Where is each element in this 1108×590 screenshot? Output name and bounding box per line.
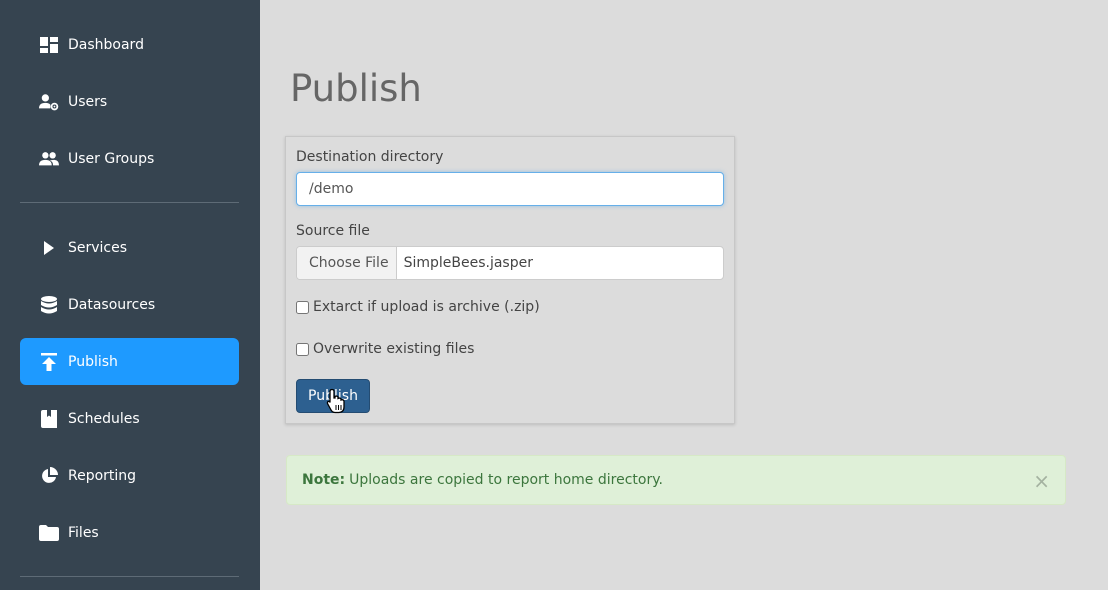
destination-label: Destination directory <box>296 149 444 165</box>
database-icon <box>39 295 59 315</box>
alert-prefix: Note: <box>302 472 346 488</box>
extract-label: Extarct if upload is archive (.zip) <box>313 299 540 315</box>
upload-icon <box>39 352 59 372</box>
sidebar-item-label: User Groups <box>68 150 155 167</box>
dashboard-icon <box>39 35 59 55</box>
source-file-input[interactable]: Choose File SimpleBees.jasper <box>296 246 724 280</box>
sidebar-item-label: Schedules <box>68 410 140 427</box>
sidebar-item-label: Dashboard <box>68 36 144 53</box>
sidebar-item-services[interactable]: Services <box>20 224 239 271</box>
book-icon <box>39 409 59 429</box>
selected-file-name: SimpleBees.jasper <box>403 255 533 271</box>
sidebar-item-label: Reporting <box>68 467 137 484</box>
folder-icon <box>39 523 59 543</box>
sidebar-item-label: Users <box>68 93 108 110</box>
hand-cursor-icon <box>326 388 345 414</box>
extract-checkbox[interactable] <box>296 300 309 314</box>
sidebar-item-datasources[interactable]: Datasources <box>20 281 239 328</box>
overwrite-label: Overwrite existing files <box>313 341 475 357</box>
sidebar-divider <box>20 202 239 203</box>
publish-form: Destination directory Source file Choose… <box>285 136 735 424</box>
close-icon[interactable]: × <box>1033 469 1050 493</box>
play-icon <box>39 238 59 258</box>
source-file-label: Source file <box>296 223 370 239</box>
sidebar-item-publish[interactable]: Publish <box>20 338 239 385</box>
sidebar-item-dashboard[interactable]: Dashboard <box>20 21 239 68</box>
sidebar: Dashboard Users User Groups Services Dat… <box>0 0 260 590</box>
user-group-icon <box>39 149 59 169</box>
sidebar-item-users[interactable]: Users <box>20 78 239 125</box>
sidebar-divider <box>20 576 239 577</box>
pie-chart-icon <box>39 466 59 486</box>
choose-file-button[interactable]: Choose File <box>297 247 397 279</box>
alert-message: Uploads are copied to report home direct… <box>349 472 663 488</box>
sidebar-item-files[interactable]: Files <box>20 509 239 556</box>
user-gear-icon <box>39 92 59 112</box>
destination-input[interactable] <box>296 172 724 206</box>
page-title: Publish <box>290 67 422 110</box>
sidebar-item-schedules[interactable]: Schedules <box>20 395 239 442</box>
sidebar-item-label: Publish <box>68 353 118 370</box>
extract-option[interactable]: Extarct if upload is archive (.zip) <box>296 299 540 315</box>
note-alert: Note: Uploads are copied to report home … <box>286 455 1066 505</box>
sidebar-item-reporting[interactable]: Reporting <box>20 452 239 499</box>
sidebar-item-label: Datasources <box>68 296 156 313</box>
overwrite-checkbox[interactable] <box>296 342 309 356</box>
sidebar-item-label: Files <box>68 524 99 541</box>
overwrite-option[interactable]: Overwrite existing files <box>296 341 474 357</box>
sidebar-item-user-groups[interactable]: User Groups <box>20 135 239 182</box>
sidebar-item-label: Services <box>68 239 128 256</box>
